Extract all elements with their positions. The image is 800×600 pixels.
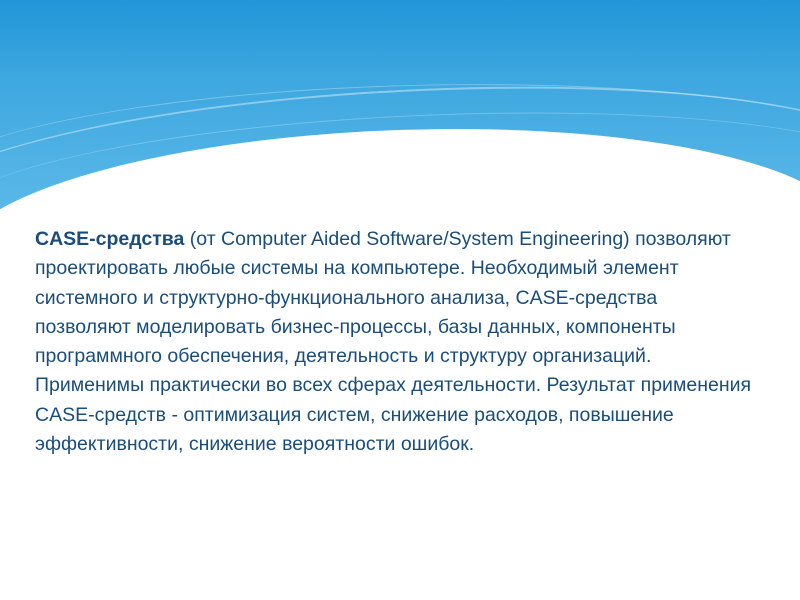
body-text: (от Computer Aided Software/System Engin… [35, 228, 751, 455]
header-wave-decoration [0, 0, 800, 210]
slide-content: CASE-средства (от Computer Aided Softwar… [35, 225, 755, 459]
term-bold: CASE-средства [35, 228, 184, 250]
